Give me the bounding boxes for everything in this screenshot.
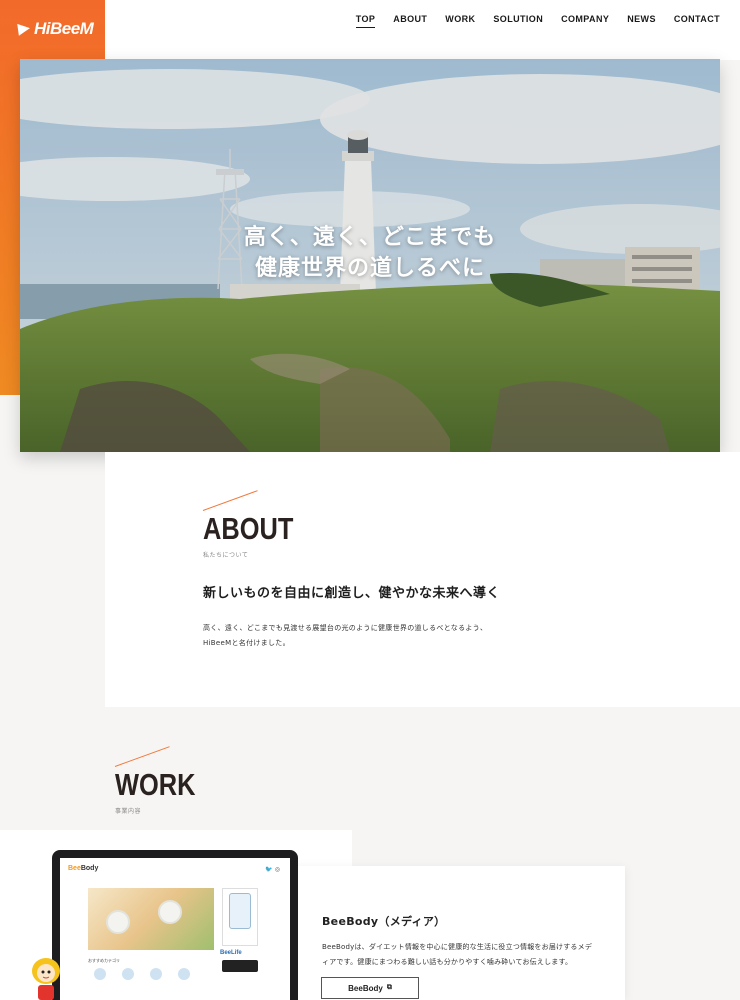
work-card-body-line-2: ィアです。健康にまつわる難しい話も分かりやすく噛み砕いてお伝えします。 bbox=[322, 958, 573, 966]
plate-icon bbox=[158, 900, 182, 924]
bee-mascot-icon bbox=[32, 958, 60, 1000]
nav-item-about[interactable]: ABOUT bbox=[393, 14, 427, 28]
logo-mark-icon bbox=[18, 22, 32, 36]
laptop-mockup: BeeBody 🐦 ◎ BeeLife おすすめカテゴリ bbox=[52, 850, 298, 1000]
about-subtitle: 私たちについて bbox=[203, 552, 249, 559]
hero-catchcopy: 高く、遠く、どこまでも 健康世界の道しるべに bbox=[20, 222, 720, 284]
about-body-line-1: 高く、遠く、どこまでも見渡せる展望台の光のように健康世界の道しるべとなるよう、 bbox=[203, 624, 488, 632]
category-icon bbox=[178, 968, 190, 980]
about-heading: 新しいものを自由に創造し、健やかな未来へ導く bbox=[203, 586, 501, 601]
hero-image: 高く、遠く、どこまでも 健康世界の道しるべに bbox=[20, 59, 720, 452]
hero-line-2: 健康世界の道しるべに bbox=[254, 256, 485, 281]
work-card-body-line-1: BeeBodyは、ダイエット情報を中心に健康的な生活に役立つ情報をお届けするメデ bbox=[322, 943, 593, 951]
screen-hero-photo bbox=[88, 888, 214, 950]
category-icon bbox=[122, 968, 134, 980]
screen-app-banner bbox=[222, 888, 258, 946]
category-icon bbox=[150, 968, 162, 980]
nav-item-work[interactable]: WORK bbox=[445, 14, 475, 28]
nav-item-solution[interactable]: SOLUTION bbox=[493, 14, 543, 28]
work-title: WORK bbox=[115, 767, 196, 802]
nav-item-top[interactable]: TOP bbox=[355, 14, 376, 28]
screen-category-icons bbox=[94, 968, 190, 980]
screen-logo-body: Body bbox=[80, 865, 99, 872]
nav-item-company[interactable]: COMPANY bbox=[561, 14, 609, 28]
about-body: 高く、遠く、どこまでも見渡せる展望台の光のように健康世界の道しるべとなるよう、 … bbox=[203, 621, 487, 651]
work-card-title: BeeBody（メディア） bbox=[322, 915, 446, 928]
logo-text: HiBeeM bbox=[34, 19, 94, 38]
site-logo[interactable]: HiBeeM bbox=[18, 17, 94, 41]
hero-line-1: 高く、遠く、どこまでも bbox=[243, 225, 497, 250]
beebody-site-screenshot: BeeBody 🐦 ◎ BeeLife おすすめカテゴリ bbox=[60, 858, 290, 1000]
about-section bbox=[105, 452, 740, 707]
screen-logo: BeeBody bbox=[68, 865, 98, 872]
header-bar bbox=[0, 0, 740, 60]
beebody-link-label: BeeBody bbox=[348, 983, 383, 993]
main-nav: TOP ABOUT WORK SOLUTION COMPANY NEWS CON… bbox=[355, 14, 720, 28]
app-store-badge bbox=[222, 960, 258, 972]
work-card-body: BeeBodyは、ダイエット情報を中心に健康的な生活に役立つ情報をお届けするメデ… bbox=[322, 940, 602, 970]
about-body-line-2: HiBeeMと名付けました。 bbox=[203, 639, 290, 647]
social-icons: 🐦 ◎ bbox=[265, 866, 280, 873]
external-link-icon: ⧉ bbox=[386, 984, 392, 991]
work-accent-line bbox=[114, 746, 170, 767]
nav-item-contact[interactable]: CONTACT bbox=[674, 14, 720, 28]
screen-category-label: おすすめカテゴリ bbox=[88, 958, 120, 963]
beebody-link-button[interactable]: BeeBody ⧉ bbox=[321, 977, 419, 999]
nav-item-news[interactable]: NEWS bbox=[627, 14, 656, 28]
about-title: ABOUT bbox=[203, 511, 294, 546]
category-icon bbox=[94, 968, 106, 980]
phone-icon bbox=[229, 893, 251, 929]
page: HiBeeM TOP ABOUT WORK SOLUTION COMPANY N… bbox=[0, 0, 740, 1000]
work-subtitle: 事業内容 bbox=[115, 808, 142, 815]
plate-icon bbox=[106, 910, 130, 934]
screen-app-name: BeeLife bbox=[220, 950, 242, 956]
screen-logo-bee: Bee bbox=[68, 865, 81, 872]
